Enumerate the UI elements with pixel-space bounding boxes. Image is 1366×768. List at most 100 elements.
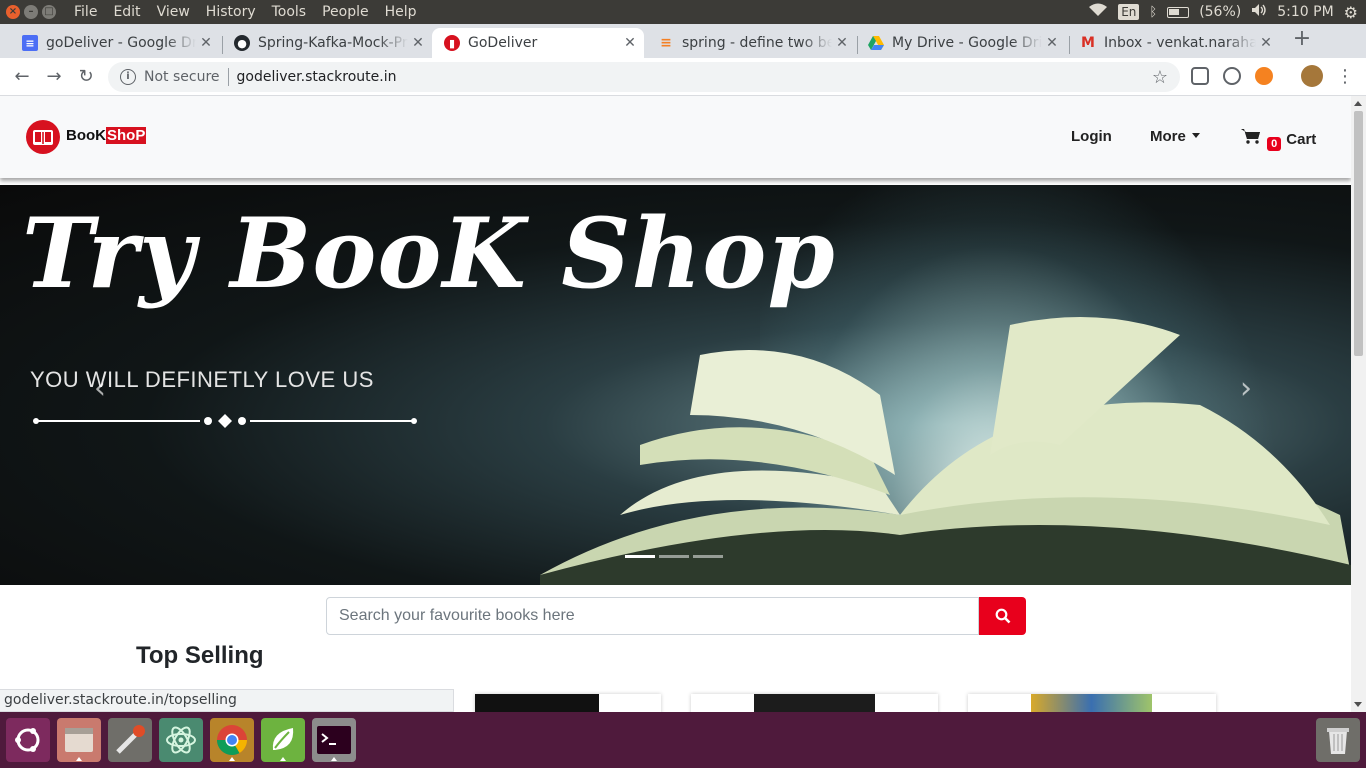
- browser-toolbar: ← → ↻ i Not secure godeliver.stackroute.…: [0, 58, 1366, 96]
- chrome-menu-icon[interactable]: ⋮: [1333, 65, 1357, 89]
- more-dropdown[interactable]: More: [1150, 128, 1200, 145]
- volume-icon[interactable]: [1251, 3, 1267, 21]
- tab-2[interactable]: ▮ GoDeliver ✕: [432, 28, 644, 58]
- search-button[interactable]: [979, 597, 1026, 635]
- tab-1[interactable]: ● Spring-Kafka-Mock-Pr ✕: [222, 28, 432, 58]
- trash-icon[interactable]: [1316, 718, 1360, 762]
- tab-0[interactable]: ≡ goDeliver - Google Dr ✕: [10, 28, 220, 58]
- tab-close-icon[interactable]: ✕: [1042, 35, 1062, 51]
- tab-title: goDeliver - Google Dr: [46, 35, 196, 51]
- top-selling-heading: Top Selling: [136, 642, 264, 669]
- tab-title: spring - define two be: [682, 35, 832, 51]
- menu-help[interactable]: Help: [377, 4, 425, 20]
- not-secure-label[interactable]: Not secure: [144, 69, 220, 85]
- hero-title: Try BooK Shop: [22, 197, 836, 310]
- login-link[interactable]: Login: [1071, 128, 1112, 145]
- tab-close-icon[interactable]: ✕: [620, 35, 640, 51]
- book-card[interactable]: [475, 694, 661, 712]
- logo-text-book: BooK: [66, 126, 106, 144]
- url-text[interactable]: godeliver.stackroute.in: [237, 69, 397, 85]
- scroll-down-arrow-icon[interactable]: [1354, 702, 1362, 707]
- book-cover: [754, 694, 875, 712]
- app-menu: File Edit View History Tools People Help: [66, 4, 425, 20]
- file-manager-icon[interactable]: [57, 718, 101, 762]
- tab-5[interactable]: M Inbox - venkat.naraha ✕: [1068, 28, 1280, 58]
- tab-strip: ≡ goDeliver - Google Dr ✕ ● Spring-Kafka…: [0, 24, 1366, 58]
- carousel-next-button[interactable]: ›: [1240, 371, 1252, 406]
- carousel-prev-button[interactable]: ‹: [94, 371, 106, 406]
- more-label: More: [1150, 128, 1186, 145]
- window-maximize-button[interactable]: □: [42, 5, 56, 19]
- gmail-icon: M: [1081, 35, 1095, 51]
- search-icon: [995, 608, 1010, 624]
- bluetooth-icon[interactable]: ᛒ: [1149, 5, 1157, 20]
- menu-history[interactable]: History: [198, 4, 264, 20]
- ornament-divider: [33, 414, 417, 428]
- scrollbar-thumb[interactable]: [1354, 111, 1363, 356]
- tab-4[interactable]: My Drive - Google Driv ✕: [856, 28, 1066, 58]
- book-card[interactable]: [691, 694, 938, 712]
- cart-link[interactable]: 0 Cart: [1241, 128, 1316, 151]
- tab-close-icon[interactable]: ✕: [196, 35, 216, 51]
- new-tab-button[interactable]: +: [1292, 28, 1312, 52]
- tab-3[interactable]: ≡ spring - define two be ✕: [646, 28, 856, 58]
- system-settings-icon[interactable]: [108, 718, 152, 762]
- settings-gear-icon[interactable]: ⚙: [1344, 3, 1358, 22]
- book-cover: [475, 694, 599, 712]
- carousel-indicator[interactable]: [693, 555, 723, 558]
- menu-file[interactable]: File: [66, 4, 105, 20]
- book-cover: [1031, 694, 1152, 712]
- extension-icon-3[interactable]: [1255, 67, 1273, 85]
- page-scrollbar[interactable]: [1351, 96, 1366, 712]
- battery-icon[interactable]: [1167, 6, 1190, 18]
- ubuntu-logo-icon[interactable]: [6, 718, 50, 762]
- back-arrow-icon[interactable]: ←: [10, 65, 34, 89]
- info-icon[interactable]: i: [120, 69, 136, 85]
- window-minimize-button[interactable]: –: [24, 5, 38, 19]
- tab-title: Spring-Kafka-Mock-Pr: [258, 35, 408, 51]
- carousel-indicators: [625, 555, 723, 558]
- profile-avatar[interactable]: [1301, 65, 1323, 87]
- carousel-indicator[interactable]: [625, 555, 655, 558]
- menu-view[interactable]: View: [149, 4, 198, 20]
- reload-icon[interactable]: ↻: [74, 65, 98, 89]
- bookmark-star-icon[interactable]: ☆: [1152, 67, 1168, 88]
- terminal-icon[interactable]: [312, 718, 356, 762]
- webpage: BooKShoP Login More 0 Cart Try BooK Shop …: [0, 96, 1351, 712]
- window-close-button[interactable]: ×: [6, 5, 20, 19]
- forward-arrow-icon[interactable]: →: [42, 65, 66, 89]
- search-input[interactable]: [326, 597, 979, 635]
- tab-title: My Drive - Google Driv: [892, 35, 1042, 51]
- os-top-bar: × – □ File Edit View History Tools Peopl…: [0, 0, 1366, 24]
- carousel-indicator[interactable]: [659, 555, 689, 558]
- search-bar: [326, 597, 1026, 635]
- menu-people[interactable]: People: [314, 4, 377, 20]
- stackoverflow-icon: ≡: [660, 35, 672, 51]
- battery-percent: (56%): [1199, 4, 1242, 20]
- scroll-up-arrow-icon[interactable]: [1354, 101, 1362, 106]
- hero-subtitle: YOU WILL DEFINETLY LOVE US: [30, 367, 374, 392]
- cart-count-badge: 0: [1267, 137, 1282, 151]
- github-icon: ●: [234, 35, 250, 51]
- site-navbar: BooKShoP Login More 0 Cart: [0, 96, 1351, 178]
- system-tray: En ᛒ (56%) 5:10 PM ⚙: [1088, 0, 1358, 24]
- extension-icon-2[interactable]: [1223, 67, 1241, 85]
- clock[interactable]: 5:10 PM: [1277, 4, 1333, 20]
- book-card[interactable]: [968, 694, 1216, 712]
- address-bar[interactable]: i Not secure godeliver.stackroute.in ☆: [108, 62, 1180, 92]
- spring-tool-suite-icon[interactable]: [261, 718, 305, 762]
- shopping-cart-icon: [1241, 129, 1265, 148]
- google-drive-icon: [868, 35, 884, 51]
- menu-edit[interactable]: Edit: [105, 4, 148, 20]
- tab-close-icon[interactable]: ✕: [408, 35, 428, 51]
- chrome-icon[interactable]: [210, 718, 254, 762]
- site-logo[interactable]: BooKShoP: [26, 120, 147, 154]
- extension-icon-1[interactable]: [1191, 67, 1209, 85]
- keyboard-language[interactable]: En: [1118, 4, 1140, 20]
- atom-editor-icon[interactable]: [159, 718, 203, 762]
- menu-tools[interactable]: Tools: [264, 4, 315, 20]
- tab-close-icon[interactable]: ✕: [832, 35, 852, 51]
- wifi-icon[interactable]: [1088, 3, 1108, 21]
- logo-text-shop: ShoP: [106, 126, 147, 144]
- tab-close-icon[interactable]: ✕: [1256, 35, 1276, 51]
